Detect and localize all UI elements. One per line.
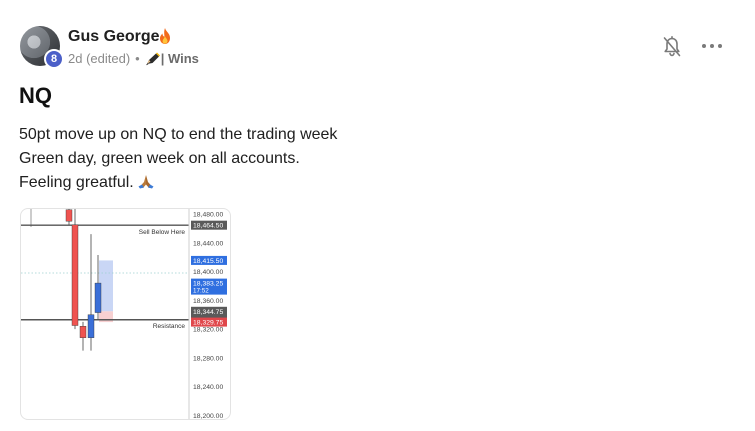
post-body: 50pt move up on NQ to end the trading we…: [19, 123, 337, 195]
body-line: 50pt move up on NQ to end the trading we…: [19, 126, 338, 143]
price-label: 18,464.50: [193, 223, 223, 230]
bell-off-icon[interactable]: [662, 36, 682, 58]
candle-body: [87, 314, 95, 338]
price-label-time: 17:52: [193, 288, 209, 295]
price-label: 18,383.25: [193, 281, 223, 288]
pen-icon: [145, 52, 160, 65]
post-category[interactable]: | Wins: [161, 51, 199, 66]
body-line-text: Feeling greatful.: [19, 174, 134, 191]
post-meta: 2d (edited) • | Wins: [68, 51, 199, 66]
level-label: Resistance: [153, 323, 186, 330]
body-line: Green day, green week on all accounts.: [19, 150, 300, 167]
level-label: Sell Below Here: [139, 229, 186, 236]
candle-body: [71, 224, 79, 326]
candle-body: [94, 282, 102, 313]
more-options-icon[interactable]: [702, 39, 722, 53]
fire-icon: [160, 28, 170, 44]
y-tick-label: 18,400.00: [193, 269, 223, 276]
price-label: 18,415.50: [193, 258, 223, 265]
folded-hands-icon: [138, 175, 154, 189]
y-tick-label: 18,440.00: [193, 240, 223, 247]
post-card: 8 Gus George 2d (edited) • | Wins NQ 50p…: [0, 0, 755, 431]
meta-separator: •: [135, 51, 140, 66]
level-badge: 8: [44, 49, 64, 69]
post-title: NQ: [19, 83, 52, 108]
candle-body: [79, 326, 87, 338]
candle-body: [65, 209, 73, 222]
price-label: 18,344.75: [193, 309, 223, 316]
price-label: 18,329.75: [193, 320, 223, 327]
y-tick-label: 18,320.00: [193, 327, 223, 334]
y-tick-label: 18,360.00: [193, 298, 223, 305]
y-tick-label: 18,280.00: [193, 355, 223, 362]
author-name[interactable]: Gus George: [68, 28, 160, 46]
chart-attachment[interactable]: Sell Below Here Resistance 18,480.00 18,440…: [20, 208, 231, 420]
stop-zone: [99, 311, 113, 323]
body-line: Feeling greatful.: [19, 171, 337, 195]
post-time[interactable]: 2d (edited): [68, 51, 130, 66]
y-tick-label: 18,240.00: [193, 384, 223, 391]
candlestick-chart: Sell Below Here Resistance 18,480.00 18,440…: [21, 209, 227, 419]
y-tick-label: 18,200.00: [193, 413, 223, 419]
y-tick-label: 18,480.00: [193, 212, 223, 219]
